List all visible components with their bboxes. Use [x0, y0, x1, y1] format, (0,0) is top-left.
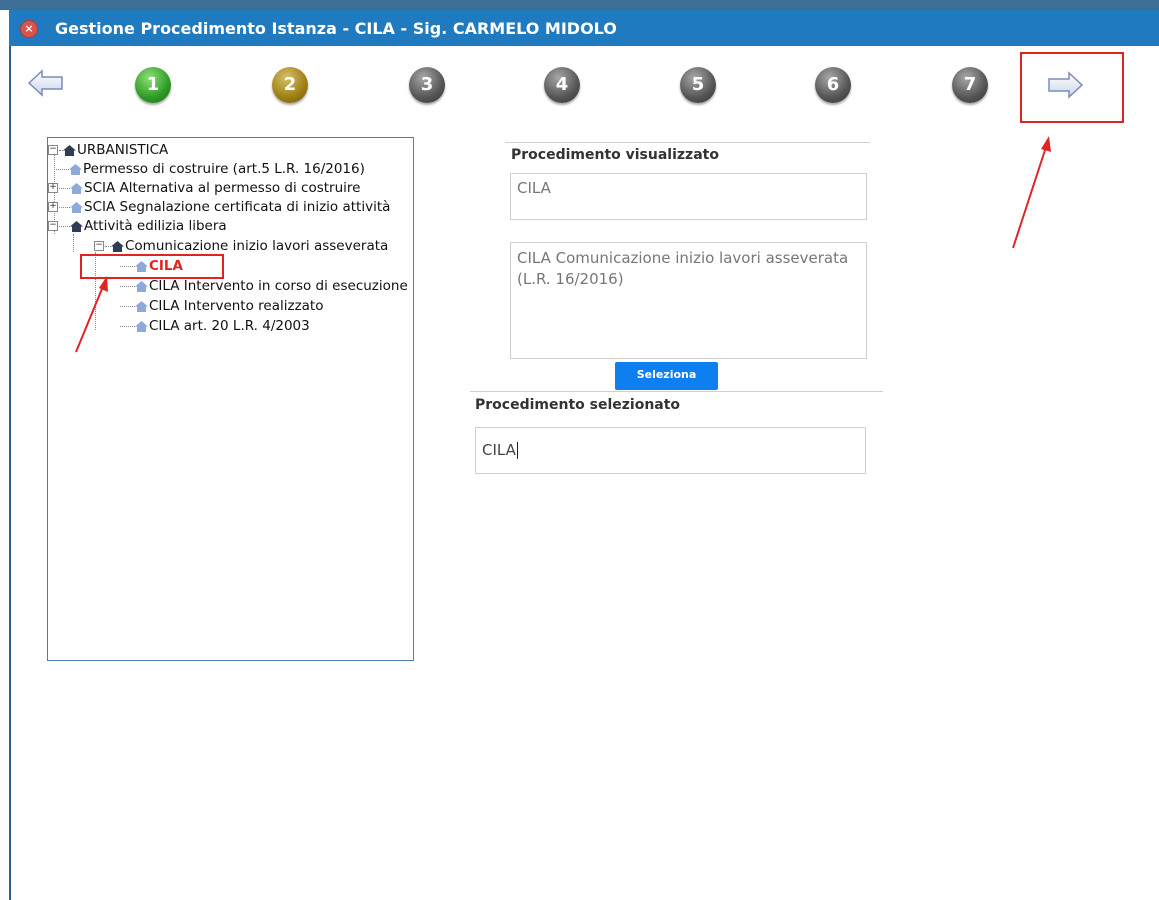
- wizard-step-4[interactable]: 4: [544, 67, 580, 103]
- wizard-step-1[interactable]: 1: [135, 67, 171, 103]
- host-page-strip: [0, 0, 1159, 10]
- procedure-tree: − URBANISTICA Permesso di costruire (art.…: [47, 137, 414, 661]
- wizard-step-6[interactable]: 6: [815, 67, 851, 103]
- house-icon: [63, 144, 76, 156]
- tree-node-attivita-edilizia[interactable]: − Attività edilizia libera: [48, 217, 227, 235]
- tree-node-cila-realizzato[interactable]: CILA Intervento realizzato: [120, 297, 323, 315]
- text-caret: [516, 442, 518, 459]
- tree-node-cila-in-corso[interactable]: CILA Intervento in corso di esecuzione: [120, 277, 408, 295]
- close-icon[interactable]: ×: [20, 20, 38, 38]
- house-icon: [70, 220, 83, 232]
- annotation-arrow-forward: [1012, 136, 1051, 249]
- house-icon: [70, 201, 83, 213]
- wizard-step-3[interactable]: 3: [409, 67, 445, 103]
- dialog-titlebar: × Gestione Procedimento Istanza - CILA -…: [9, 10, 1159, 46]
- collapse-icon[interactable]: −: [48, 221, 58, 231]
- selected-procedure-field[interactable]: CILA: [475, 427, 866, 474]
- house-icon: [111, 240, 124, 252]
- tree-node-comunicazione[interactable]: − Comunicazione inizio lavori asseverata: [94, 237, 388, 255]
- house-icon: [135, 320, 148, 332]
- wizard-step-2[interactable]: 2: [272, 67, 308, 103]
- host-page-edge: [0, 10, 11, 900]
- tree-node-scia-alternativa[interactable]: + SCIA Alternativa al permesso di costrui…: [48, 179, 360, 197]
- selected-heading: Procedimento selezionato: [475, 397, 681, 413]
- house-icon: [70, 182, 83, 194]
- dialog-title: Gestione Procedimento Istanza - CILA - S…: [55, 19, 617, 38]
- wizard-step-7[interactable]: 7: [952, 67, 988, 103]
- tree-node-permesso[interactable]: Permesso di costruire (art.5 L.R. 16/201…: [54, 160, 365, 178]
- wizard-step-5[interactable]: 5: [680, 67, 716, 103]
- annotation-box-forward: [1020, 52, 1124, 123]
- visualized-code-field: CILA: [510, 173, 867, 220]
- house-icon: [135, 300, 148, 312]
- expand-icon[interactable]: +: [48, 183, 58, 193]
- tree-node-cila-art20[interactable]: CILA art. 20 L.R. 4/2003: [120, 317, 310, 335]
- visualized-heading: Procedimento visualizzato: [511, 147, 719, 163]
- collapse-icon[interactable]: −: [94, 241, 104, 251]
- house-icon: [69, 163, 82, 175]
- seleziona-button[interactable]: Seleziona: [615, 362, 718, 390]
- house-icon: [135, 280, 148, 292]
- divider-top: [505, 142, 870, 143]
- back-arrow-icon[interactable]: [27, 69, 65, 97]
- expand-icon[interactable]: +: [48, 202, 58, 212]
- visualized-description-field: CILA Comunicazione inizio lavori assever…: [510, 242, 867, 359]
- selected-procedure-value: CILA: [482, 441, 516, 459]
- annotation-arrow-cila: [75, 276, 108, 353]
- divider-middle: [470, 391, 883, 392]
- tree-node-scia-segnalazione[interactable]: + SCIA Segnalazione certificata di inizio…: [48, 198, 390, 216]
- tree-node-root[interactable]: − URBANISTICA: [48, 141, 168, 159]
- collapse-icon[interactable]: −: [48, 145, 58, 155]
